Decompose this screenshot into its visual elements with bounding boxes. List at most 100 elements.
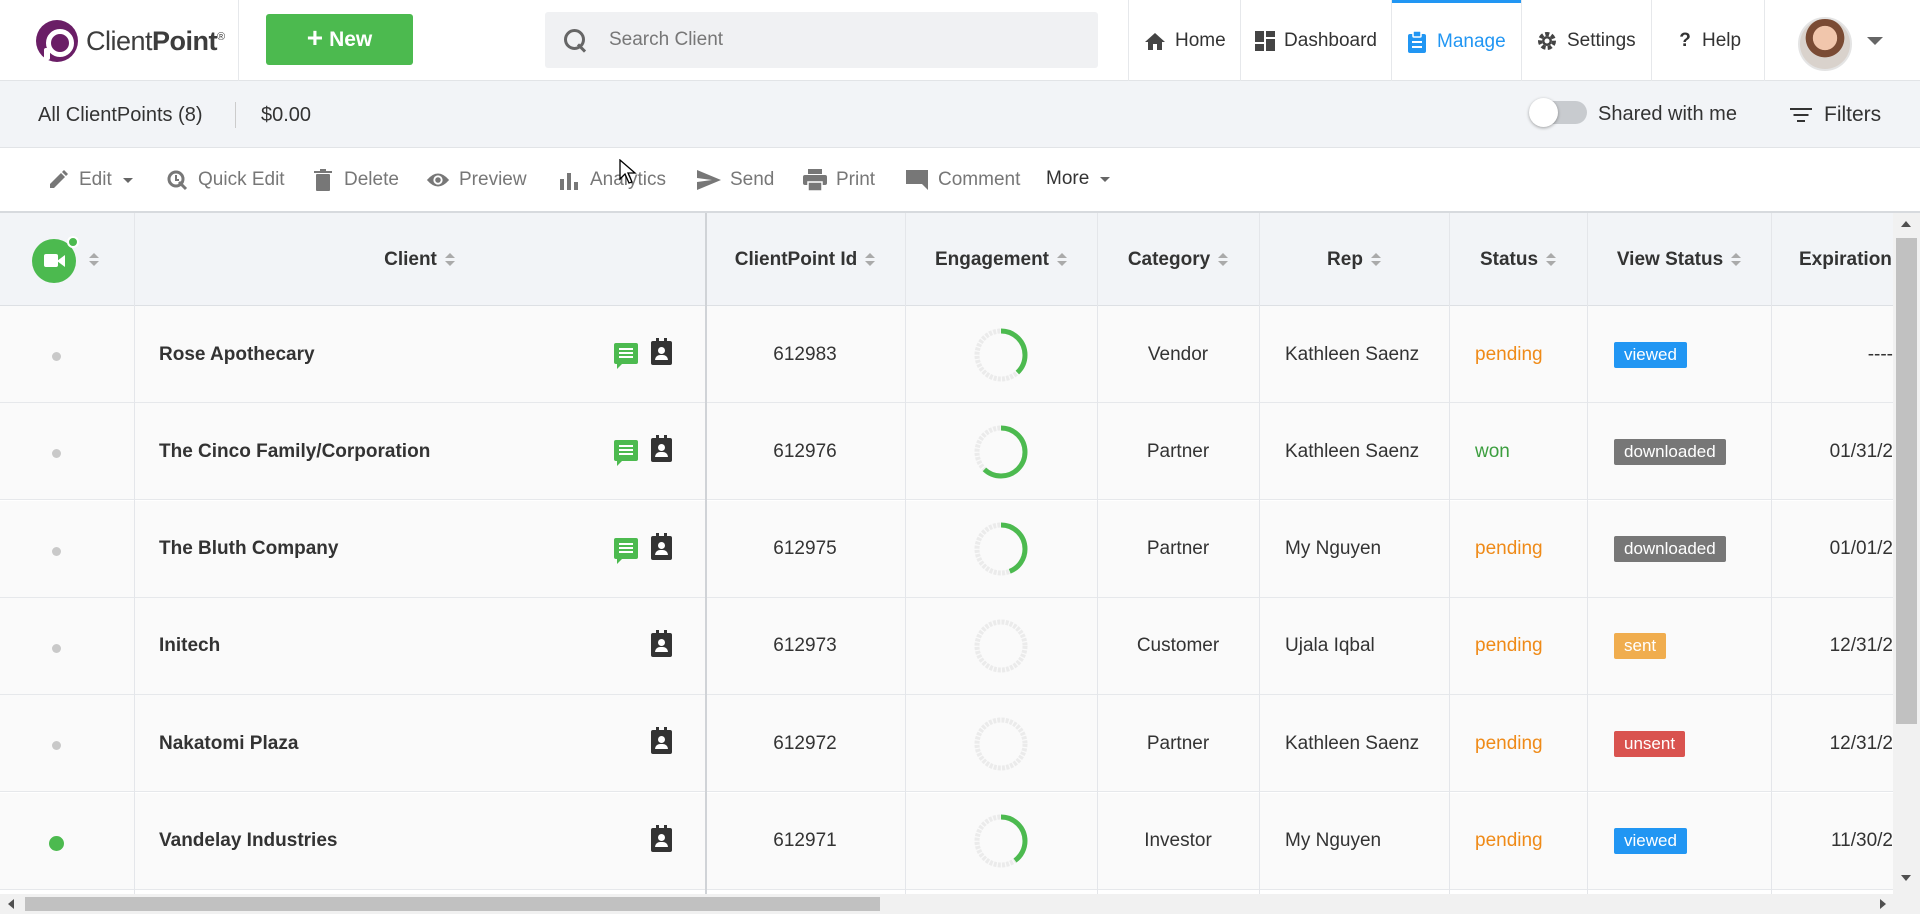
- presence-dot: [52, 546, 61, 556]
- column-header-view-status[interactable]: View Status: [1587, 213, 1771, 306]
- column-header-expiration[interactable]: Expiration: [1771, 213, 1911, 306]
- contact-card-icon[interactable]: [651, 532, 672, 560]
- column-label: View Status: [1616, 248, 1724, 270]
- comment-button[interactable]: Comment: [905, 168, 1020, 192]
- preview-button[interactable]: Preview: [426, 168, 527, 192]
- scroll-down-icon[interactable]: [1901, 875, 1911, 881]
- scrollbar-thumb[interactable]: [1896, 238, 1917, 724]
- sort-icon: [1546, 253, 1557, 266]
- client-cell[interactable]: Nakatomi Plaza: [159, 695, 298, 792]
- nav-settings[interactable]: Settings: [1522, 0, 1651, 81]
- presence-dot: [52, 741, 61, 751]
- sort-icon[interactable]: [89, 253, 99, 266]
- rep-cell: Kathleen Saenz: [1285, 306, 1419, 403]
- column-label: Engagement: [934, 248, 1050, 270]
- table-row[interactable]: Rose Apothecary 612983 Vendor Kathleen Saen…: [0, 306, 1893, 403]
- nav-home[interactable]: Home: [1130, 0, 1240, 81]
- column-header-rep[interactable]: Rep: [1259, 213, 1449, 306]
- category-cell: Customer: [1097, 598, 1259, 695]
- table-row[interactable]: The Bluth Company 612975 Partner My Nguyen p…: [0, 500, 1893, 598]
- nav-help[interactable]: ? Help: [1660, 0, 1760, 81]
- trash-icon: [311, 168, 335, 192]
- contact-card-icon[interactable]: [651, 824, 672, 852]
- filters-button[interactable]: Filters: [1790, 103, 1881, 127]
- column-header-client[interactable]: Client: [134, 213, 705, 306]
- horizontal-scrollbar[interactable]: [0, 894, 1920, 914]
- contact-card-icon[interactable]: [651, 727, 672, 755]
- contact-card-icon[interactable]: [651, 338, 672, 365]
- client-name[interactable]: The Bluth Company: [159, 538, 338, 560]
- scroll-right-icon[interactable]: [1880, 899, 1886, 909]
- column-header-engagement[interactable]: Engagement: [905, 213, 1097, 306]
- engagement-cell: [905, 598, 1097, 695]
- chat-icon[interactable]: [614, 537, 638, 564]
- presence-dot: [49, 835, 64, 851]
- rep-name: Kathleen Saenz: [1285, 343, 1420, 365]
- divider: [1764, 0, 1765, 81]
- contact-card-icon[interactable]: [651, 435, 672, 463]
- analytics-button[interactable]: Analytics: [557, 168, 666, 192]
- presence-dot: [52, 352, 61, 361]
- column-label: ClientPoint Id: [734, 248, 858, 270]
- rep-cell: My Nguyen: [1285, 793, 1381, 890]
- rep-cell: Kathleen Saenz: [1285, 403, 1419, 500]
- view-status-badge: viewed: [1614, 341, 1687, 368]
- user-menu-chevron-down-icon[interactable]: [1867, 37, 1883, 45]
- client-name[interactable]: Nakatomi Plaza: [159, 733, 298, 755]
- client-name[interactable]: Vandelay Industries: [159, 830, 337, 852]
- column-header-status[interactable]: Status: [1449, 213, 1587, 306]
- filters-label: Filters: [1824, 103, 1882, 126]
- client-cell[interactable]: The Bluth Company: [159, 501, 338, 598]
- status-text: pending: [1475, 538, 1543, 560]
- search-icon: [561, 26, 589, 54]
- client-cell[interactable]: Rose Apothecary: [159, 306, 315, 403]
- scrollbar-thumb[interactable]: [25, 897, 880, 911]
- client-name[interactable]: The Cinco Family/Corporation: [159, 441, 430, 463]
- vertical-scrollbar[interactable]: [1893, 213, 1920, 894]
- list-summary-bar: All ClientPoints (8) $0.00 Shared with m…: [0, 81, 1920, 148]
- view-status-badge: viewed: [1614, 828, 1687, 854]
- table-row[interactable]: The Cinco Family/Corporation 612976 Partne…: [0, 403, 1893, 501]
- scroll-left-icon[interactable]: [8, 899, 14, 909]
- print-button[interactable]: Print: [803, 168, 875, 192]
- column-header-clientpoint-id[interactable]: ClientPoint Id: [705, 213, 905, 306]
- edit-button[interactable]: Edit: [46, 168, 133, 192]
- send-button[interactable]: Send: [697, 168, 774, 192]
- nav-dashboard[interactable]: Dashboard: [1241, 0, 1391, 81]
- engagement-cell: [905, 403, 1097, 500]
- nav-dashboard-label: Dashboard: [1284, 29, 1377, 51]
- help-icon: ?: [1679, 29, 1691, 51]
- table-row[interactable]: Initech 612973 Customer Ujala Iqbal pending s…: [0, 597, 1893, 695]
- expiration-date: 01/01/2: [1829, 538, 1893, 560]
- quick-edit-button[interactable]: Quick Edit: [165, 168, 285, 192]
- delete-button[interactable]: Delete: [311, 168, 399, 192]
- user-avatar[interactable]: [1798, 17, 1852, 71]
- search-input[interactable]: [609, 29, 1089, 51]
- nav-home-label: Home: [1175, 29, 1226, 51]
- list-title[interactable]: All ClientPoints (8): [38, 104, 203, 127]
- clientpoint-id-cell: 612975: [705, 501, 905, 598]
- search-bar[interactable]: [545, 12, 1098, 68]
- table-row[interactable]: Vandelay Industries 612971 Investor My Nguy…: [0, 792, 1893, 890]
- rep-name: My Nguyen: [1285, 538, 1382, 560]
- rep-cell: Kathleen Saenz: [1285, 695, 1419, 792]
- chat-icon[interactable]: [614, 440, 638, 467]
- table-row[interactable]: Nakatomi Plaza 612972 Partner Kathleen Saen…: [0, 695, 1893, 793]
- client-name[interactable]: Rose Apothecary: [159, 344, 315, 366]
- engagement-donut: [974, 328, 1028, 381]
- column-header-category[interactable]: Category: [1097, 213, 1259, 306]
- clientpoint-logo[interactable]: ClientPoint®: [36, 19, 225, 63]
- contact-card-icon[interactable]: [651, 629, 672, 657]
- print-label: Print: [836, 169, 876, 190]
- chat-icon[interactable]: [614, 343, 638, 369]
- new-button[interactable]: + New: [266, 14, 413, 65]
- client-cell[interactable]: Initech: [159, 598, 220, 695]
- client-cell[interactable]: The Cinco Family/Corporation: [159, 403, 430, 500]
- client-name[interactable]: Initech: [159, 635, 220, 657]
- nav-manage[interactable]: Manage: [1392, 0, 1521, 81]
- client-cell[interactable]: Vandelay Industries: [159, 793, 337, 890]
- divider: [238, 0, 239, 81]
- more-button[interactable]: More: [1046, 168, 1111, 190]
- shared-with-me-toggle[interactable]: [1529, 98, 1587, 127]
- scroll-up-icon[interactable]: [1901, 221, 1911, 227]
